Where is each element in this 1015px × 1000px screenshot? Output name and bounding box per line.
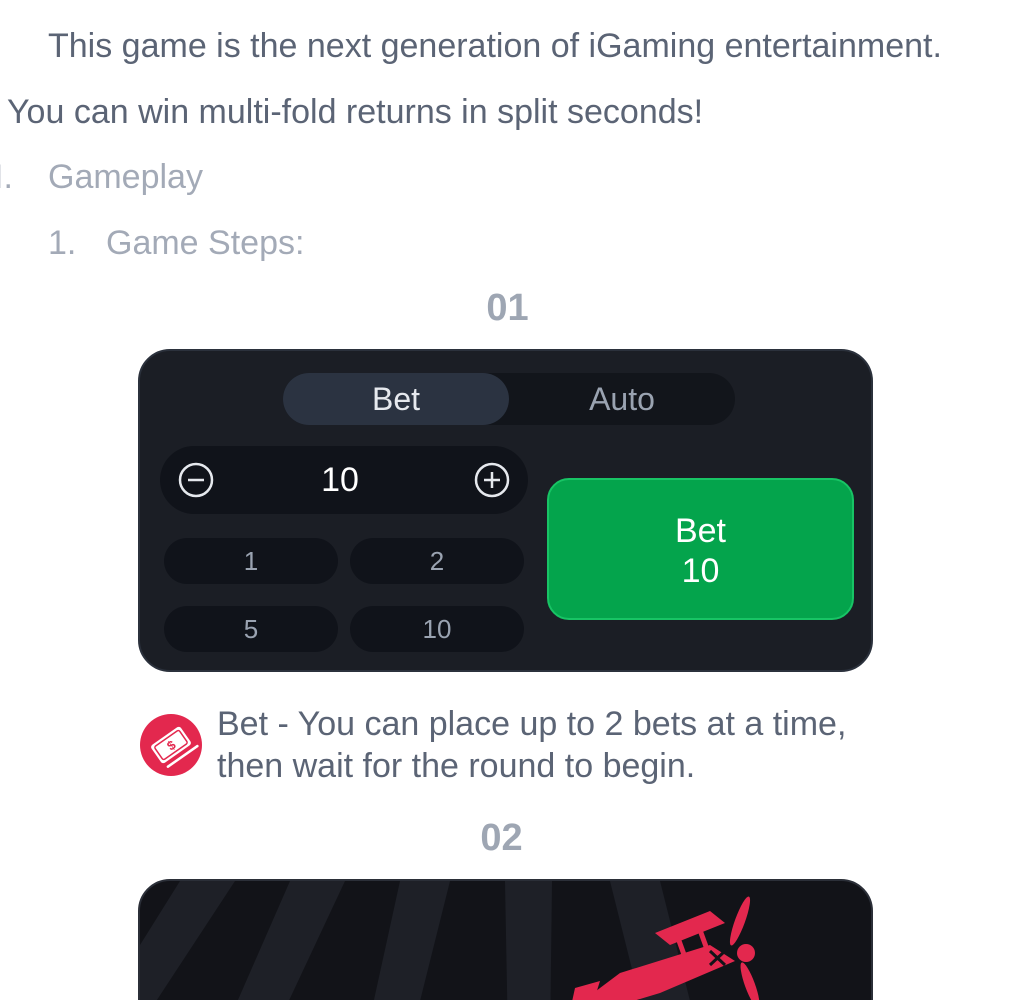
money-icon: $ — [140, 714, 202, 776]
plus-circle-icon[interactable] — [474, 462, 510, 498]
bet-info-line-2: then wait for the round to begin. — [217, 747, 696, 785]
bet-panel: Bet Auto 10 1 2 5 10 Bet 10 — [138, 349, 873, 672]
airplane-icon — [572, 896, 760, 1000]
step-number-01: 01 — [486, 287, 529, 329]
step-number-02: 02 — [480, 817, 523, 859]
intro-text-2: You can win multi-fold returns in split … — [7, 93, 704, 131]
rules-page: This game is the next generation of iGam… — [0, 0, 1015, 1000]
bet-amount-value[interactable]: 10 — [290, 446, 390, 514]
quick-amount-button[interactable]: 10 — [350, 606, 524, 652]
bet-amount-stepper: 10 — [160, 446, 528, 514]
game-scene-panel — [138, 879, 873, 1000]
tab-auto[interactable]: Auto — [509, 373, 735, 425]
subsection-title: Game Steps: — [106, 224, 305, 262]
quick-amount-button[interactable]: 5 — [164, 606, 338, 652]
subsection-number: 1. — [48, 224, 77, 262]
section-number: I. — [0, 158, 13, 196]
intro-text-1: This game is the next generation of iGam… — [48, 27, 942, 65]
section-title: Gameplay — [48, 158, 203, 196]
bet-button[interactable]: Bet 10 — [547, 478, 854, 620]
bet-mode-switch: Bet Auto — [283, 373, 735, 425]
minus-circle-icon[interactable] — [178, 462, 214, 498]
tab-bet[interactable]: Bet — [283, 373, 509, 425]
bet-button-amount: 10 — [681, 552, 720, 590]
bet-info-line-1: Bet - You can place up to 2 bets at a ti… — [217, 705, 847, 743]
quick-amount-button[interactable]: 2 — [350, 538, 524, 584]
quick-amount-button[interactable]: 1 — [164, 538, 338, 584]
bet-button-label: Bet — [674, 512, 727, 550]
bet-info-text: Bet - You can place up to 2 bets at a ti… — [217, 703, 846, 787]
